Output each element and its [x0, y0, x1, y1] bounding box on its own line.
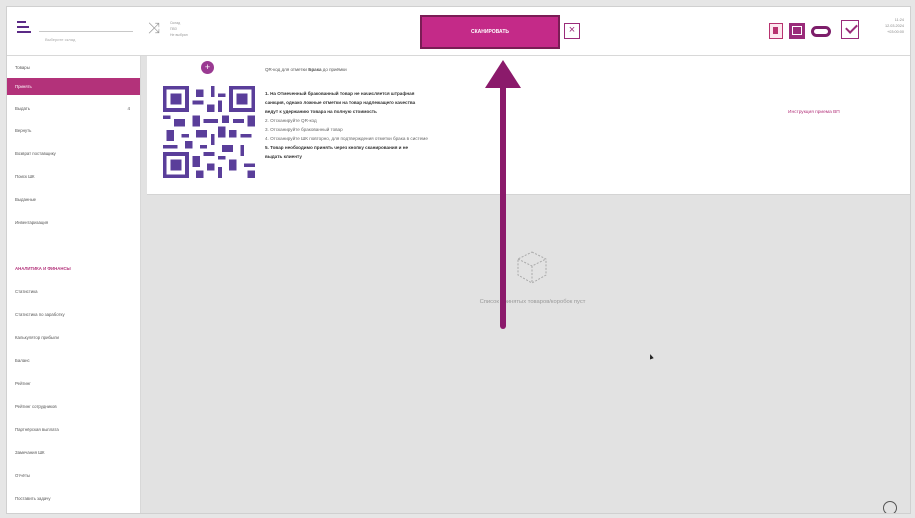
mouse-cursor — [648, 353, 654, 360]
warehouse-info: Склад ПВЗ Не выбран — [170, 20, 188, 38]
qr-heading: QR-код для отметки Брака до приёмки — [265, 67, 347, 72]
warehouse-icon[interactable]: ⤨ — [148, 21, 160, 36]
card-icon[interactable] — [789, 23, 805, 39]
sidebar-item-label: Статистика по заработку — [15, 312, 65, 317]
sidebar-item-label: Баланс — [15, 358, 30, 363]
sidebar-item-balance[interactable]: Баланс — [7, 352, 140, 369]
top-bar: ▾ Выберите склад ⤨ Склад ПВЗ Не выбран С… — [7, 7, 910, 56]
sidebar-item-rating[interactable]: Рейтинг — [7, 375, 140, 392]
sidebar-item-label: Поиск ШК — [15, 174, 35, 179]
close-icon[interactable]: × — [564, 23, 580, 39]
sidebar-item-label: Вернуть — [15, 128, 32, 133]
sidebar-item-payout[interactable]: Партнёрская выплата — [7, 421, 140, 438]
sidebar-item-label: Товары — [15, 65, 30, 70]
sidebar-item-inventory[interactable]: Инвентаризация — [7, 214, 140, 231]
sidebar-item-label: Партнёрская выплата — [15, 427, 59, 432]
sidebar-item-earnings[interactable]: Статистика по заработку — [7, 306, 140, 323]
sidebar-item-label: Выданные — [15, 197, 37, 202]
settings-icon[interactable] — [883, 501, 897, 513]
qr-heading-suffix: до приёмки — [321, 67, 347, 72]
sidebar-item-label: Рейтинг сотрудников — [15, 404, 57, 409]
qr-heading-bold: Брака — [308, 67, 322, 72]
sidebar-item-goods[interactable]: Товары — [7, 59, 140, 76]
eye-icon[interactable] — [811, 26, 831, 37]
sidebar-item-issued[interactable]: Выданные — [7, 191, 140, 208]
sidebar-section-analytics: АНАЛИТИКА И ФИНАНСЫ — [7, 260, 140, 277]
clock-extra: +03:00:00 — [887, 30, 904, 34]
sidebar-item-label: Замечания ШК — [15, 450, 45, 455]
menu-icon[interactable] — [17, 21, 31, 35]
check-icon[interactable] — [841, 20, 859, 39]
qr-heading-prefix: QR-код для отметки — [265, 67, 309, 72]
sidebar: Товары Принять Выдать 4 Вернуть Возврат п… — [7, 56, 141, 513]
app-frame: ▾ Выберите склад ⤨ Склад ПВЗ Не выбран С… — [6, 6, 911, 514]
sidebar-item-label: Инвентаризация — [15, 220, 49, 225]
sidebar-item-calculator[interactable]: Калькулятор прибыли — [7, 329, 140, 346]
sidebar-item-label: Рейтинг — [15, 381, 31, 386]
sidebar-item-label: Принять — [15, 84, 32, 89]
scan-button[interactable]: СКАНИРОВАТЬ — [420, 15, 560, 49]
sidebar-item-label: Поставить задачу — [15, 496, 51, 501]
sidebar-item-return[interactable]: Вернуть — [7, 122, 140, 139]
sidebar-item-issue[interactable]: Выдать 4 — [7, 100, 140, 117]
sidebar-item-search[interactable]: Поиск ШК — [7, 168, 140, 185]
add-icon[interactable]: + — [201, 61, 214, 74]
sidebar-item-supplier-return[interactable]: Возврат поставщику — [7, 145, 140, 162]
sidebar-item-label: Статистика — [15, 289, 38, 294]
sidebar-item-statistics[interactable]: Статистика — [7, 283, 140, 300]
sidebar-item-label: Отчёты — [15, 473, 30, 478]
sidebar-item-accept[interactable]: Принять — [7, 78, 140, 95]
annotation-arrow — [485, 60, 521, 329]
sidebar-item-label: Выдать — [15, 106, 30, 111]
warehouse-line-3: Не выбран — [170, 33, 188, 37]
sidebar-item-label: Калькулятор прибыли — [15, 335, 59, 340]
store-select-caption: Выберите склад — [45, 37, 76, 42]
badge-icon[interactable] — [769, 23, 783, 39]
store-select[interactable]: ▾ Выберите склад — [39, 19, 508, 47]
sidebar-item-reports[interactable]: Отчёты — [7, 467, 140, 484]
sidebar-section-label: АНАЛИТИКА И ФИНАНСЫ — [15, 266, 71, 271]
count-badge: 4 — [127, 106, 130, 111]
qr-code — [163, 86, 255, 178]
select-underline — [39, 31, 133, 32]
sidebar-item-label: Возврат поставщику — [15, 151, 56, 156]
clock: 11:24 12.03.2024 +03:00:00 — [885, 17, 904, 35]
sidebar-item-staff-rating[interactable]: Рейтинг сотрудников — [7, 398, 140, 415]
sidebar-item-task[interactable]: Поставить задачу — [7, 490, 140, 507]
guide-link[interactable]: Инструкция приема ВП — [788, 110, 840, 115]
sidebar-item-remarks[interactable]: Замечания ШК — [7, 444, 140, 461]
